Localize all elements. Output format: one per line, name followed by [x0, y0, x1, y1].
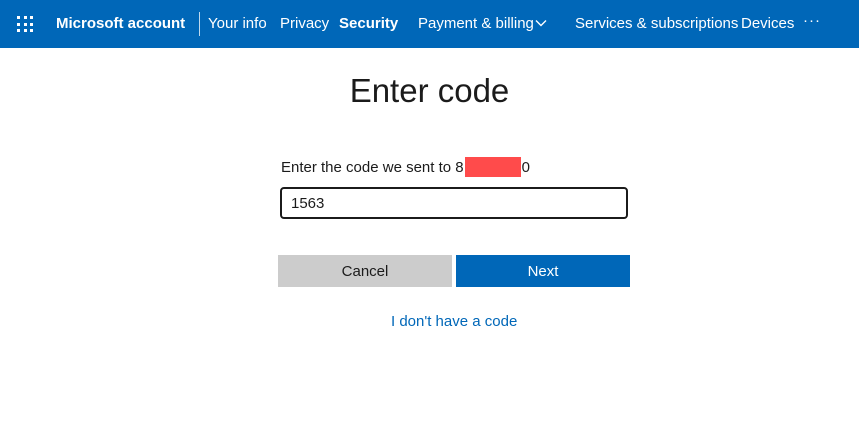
prompt-suffix: 0	[521, 158, 530, 176]
more-icon[interactable]: ···	[803, 12, 821, 29]
nav-payment-billing[interactable]: Payment & billing	[418, 15, 534, 32]
code-prompt: Enter the code we sent to 8 0	[281, 157, 530, 177]
nav-your-info[interactable]: Your info	[208, 15, 267, 32]
top-navigation-bar: Microsoft account Your info Privacy Secu…	[0, 0, 859, 48]
no-code-link[interactable]: I don't have a code	[391, 313, 517, 330]
next-button[interactable]: Next	[456, 255, 630, 287]
redacted-phone-digits	[464, 157, 521, 177]
nav-devices[interactable]: Devices	[741, 15, 794, 32]
code-input[interactable]	[280, 187, 628, 219]
brand-title[interactable]: Microsoft account	[56, 15, 185, 32]
nav-privacy[interactable]: Privacy	[280, 15, 329, 32]
prompt-prefix: Enter the code we sent to 8	[281, 158, 464, 176]
nav-services-subscriptions[interactable]: Services & subscriptions	[575, 15, 738, 32]
cancel-button[interactable]: Cancel	[278, 255, 452, 287]
app-launcher-icon[interactable]	[17, 16, 33, 32]
nav-security[interactable]: Security	[339, 15, 398, 32]
page-title: Enter code	[349, 72, 510, 109]
chevron-down-icon[interactable]	[534, 16, 548, 30]
nav-divider	[199, 12, 200, 36]
